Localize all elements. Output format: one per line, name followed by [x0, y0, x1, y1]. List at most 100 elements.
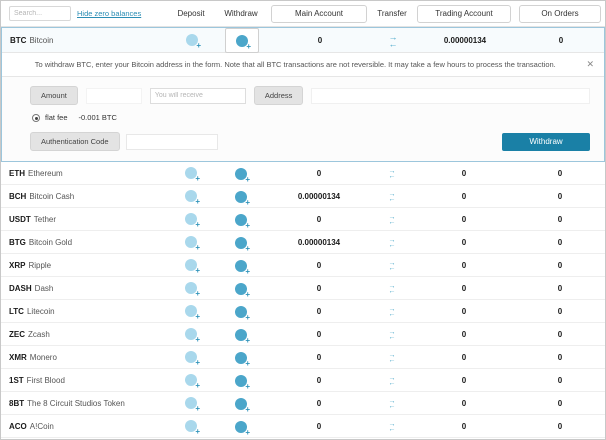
transfer-arrows[interactable]: → ←	[371, 283, 413, 295]
deposit-icon[interactable]: +	[185, 167, 200, 183]
address-label: Address	[253, 86, 304, 105]
trading-account-button[interactable]: Trading Account	[417, 4, 511, 23]
transfer-left-icon: ←	[388, 356, 396, 364]
withdraw-info-text: To withdraw BTC, enter your Bitcoin addr…	[34, 60, 556, 69]
withdraw-icon-wrap[interactable]: +	[225, 392, 257, 415]
withdraw-icon[interactable]: +	[235, 397, 250, 413]
withdraw-icon-wrap[interactable]: +	[225, 346, 257, 369]
table-row[interactable]: 8BT The 8 Circuit Studios Token + + 0 → ←…	[1, 392, 605, 415]
withdraw-icon-wrap[interactable]: +	[225, 208, 257, 231]
close-icon[interactable]: ✕	[586, 59, 594, 70]
withdraw-icon[interactable]: +	[236, 34, 251, 50]
withdraw-icon-wrap[interactable]: +	[225, 323, 257, 346]
deposit-icon[interactable]: +	[185, 236, 200, 252]
table-row[interactable]: 1ST First Blood + + 0 → ← 0 0	[1, 369, 605, 392]
withdraw-icon-wrap[interactable]: +	[225, 231, 257, 254]
hide-zero-balances-link[interactable]: Hide zero balances	[77, 9, 141, 18]
withdraw-icon[interactable]: +	[235, 351, 250, 367]
deposit-icon[interactable]: +	[185, 420, 200, 436]
table-row[interactable]: BCH Bitcoin Cash + + 0.00000134 → ← 0 0	[1, 185, 605, 208]
withdraw-button[interactable]: Withdraw	[502, 132, 590, 151]
transfer-arrows[interactable]: → ←	[371, 168, 413, 180]
transfer-arrows[interactable]: → ←	[372, 32, 414, 49]
plus-badge-icon: +	[195, 197, 200, 207]
transfer-arrows[interactable]: → ←	[371, 237, 413, 249]
receive-input[interactable]	[149, 87, 246, 104]
orders-balance: 0	[557, 422, 563, 431]
table-row[interactable]: DASH Dash + + 0 → ← 0 0	[1, 277, 605, 300]
deposit-icon[interactable]: +	[185, 259, 200, 275]
withdraw-icon[interactable]: +	[235, 259, 250, 275]
deposit-icon[interactable]: +	[186, 34, 201, 50]
trading-balance: 0	[461, 422, 467, 431]
trading-balance: 0	[461, 238, 467, 247]
transfer-arrows[interactable]: → ←	[371, 329, 413, 341]
deposit-icon[interactable]: +	[185, 190, 200, 206]
transfer-arrows[interactable]: → ←	[371, 352, 413, 364]
main-balance: 0.00000134	[297, 238, 341, 247]
transfer-arrows[interactable]: → ←	[371, 260, 413, 272]
deposit-icon[interactable]: +	[185, 374, 200, 390]
withdraw-icon-wrap[interactable]: +	[225, 28, 259, 53]
transfer-left-icon: ←	[388, 38, 398, 49]
amount-input[interactable]	[85, 87, 142, 104]
trading-balance: 0	[461, 284, 467, 293]
withdraw-icon[interactable]: +	[235, 236, 250, 252]
table-row[interactable]: LTC Litecoin + + 0 → ← 0 0	[1, 300, 605, 323]
main-balance: 0	[316, 215, 322, 224]
transfer-arrows[interactable]: → ←	[371, 398, 413, 410]
wallet-balances-page: Hide zero balances Deposit Withdraw Main…	[0, 0, 606, 440]
deposit-icon[interactable]: +	[185, 328, 200, 344]
table-row[interactable]: ACO A!Coin + + 0 → ← 0 0	[1, 415, 605, 438]
table-row[interactable]: ZEC Zcash + + 0 → ← 0 0	[1, 323, 605, 346]
on-orders-button[interactable]: On Orders	[518, 4, 602, 23]
transfer-arrows[interactable]: → ←	[371, 375, 413, 387]
deposit-icon[interactable]: +	[185, 397, 200, 413]
transfer-arrows[interactable]: → ←	[371, 214, 413, 226]
withdraw-icon[interactable]: +	[235, 213, 250, 229]
transfer-left-icon: ←	[388, 310, 396, 318]
transfer-arrows[interactable]: → ←	[371, 421, 413, 433]
deposit-icon[interactable]: +	[185, 282, 200, 298]
table-row[interactable]: XRP Ripple + + 0 → ← 0 0	[1, 254, 605, 277]
table-row[interactable]: BTC Bitcoin + + 0 → ← 0.00000134 0	[2, 28, 604, 53]
main-account-button[interactable]: Main Account	[271, 4, 367, 23]
coin-name: Ethereum	[28, 169, 63, 178]
transfer-column-header: Transfer	[377, 9, 407, 18]
plus-badge-icon: +	[195, 404, 200, 414]
plus-badge-icon: +	[195, 266, 200, 276]
transfer-arrows[interactable]: → ←	[371, 306, 413, 318]
coin-name: Tether	[33, 215, 57, 224]
deposit-icon[interactable]: +	[185, 213, 200, 229]
trading-balance: 0	[461, 215, 467, 224]
deposit-icon[interactable]: +	[185, 351, 200, 367]
flat-fee-value: -0.001 BTC	[78, 113, 117, 122]
transfer-left-icon: ←	[388, 333, 396, 341]
address-input[interactable]	[311, 87, 590, 104]
withdraw-icon-wrap[interactable]: +	[225, 185, 257, 208]
withdraw-icon[interactable]: +	[235, 167, 250, 183]
withdraw-icon-wrap[interactable]: +	[225, 277, 257, 300]
withdraw-icon[interactable]: +	[235, 190, 250, 206]
table-row[interactable]: XMR Monero + + 0 → ← 0 0	[1, 346, 605, 369]
coin-ticker: 1ST	[9, 376, 24, 385]
withdraw-icon[interactable]: +	[235, 282, 250, 298]
withdraw-icon-wrap[interactable]: +	[225, 415, 257, 438]
auth-code-input[interactable]	[125, 133, 218, 150]
withdraw-icon[interactable]: +	[235, 374, 250, 390]
flat-fee-radio[interactable]	[32, 113, 40, 122]
withdraw-icon-wrap[interactable]: +	[225, 369, 257, 392]
search-input[interactable]	[9, 6, 71, 21]
withdraw-icon-wrap[interactable]: +	[225, 300, 257, 323]
table-row[interactable]: ETH Ethereum + + 0 → ← 0 0	[1, 162, 605, 185]
deposit-icon[interactable]: +	[185, 305, 200, 321]
table-row[interactable]: BTG Bitcoin Gold + + 0.00000134 → ← 0 0	[1, 231, 605, 254]
withdraw-icon-wrap[interactable]: +	[225, 162, 257, 185]
transfer-arrows[interactable]: → ←	[371, 191, 413, 203]
withdraw-icon[interactable]: +	[235, 420, 250, 436]
main-balance: 0	[316, 284, 322, 293]
withdraw-icon[interactable]: +	[235, 305, 250, 321]
table-row[interactable]: USDT Tether + + 0 → ← 0 0	[1, 208, 605, 231]
withdraw-icon[interactable]: +	[235, 328, 250, 344]
withdraw-icon-wrap[interactable]: +	[225, 254, 257, 277]
